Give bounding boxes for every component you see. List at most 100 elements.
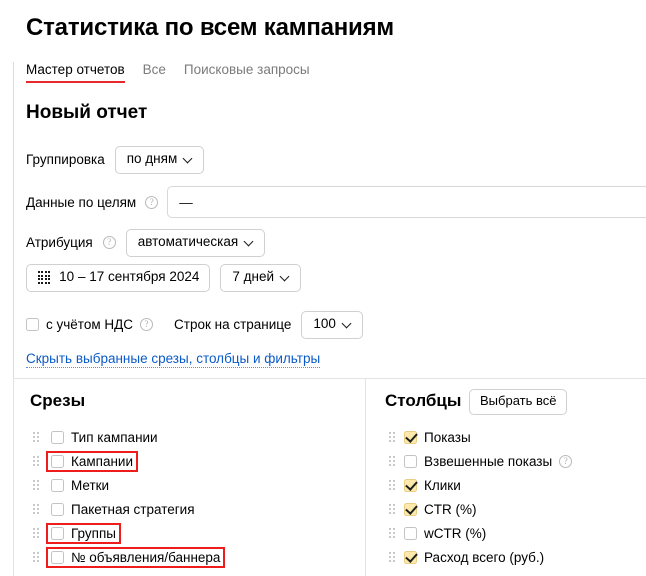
period-select[interactable]: 7 дней xyxy=(220,264,301,292)
grouping-label: Группировка xyxy=(26,152,105,168)
slice-checkbox-2[interactable] xyxy=(51,478,64,492)
vat-checkbox[interactable] xyxy=(26,318,39,332)
column-checkbox-0[interactable] xyxy=(404,430,417,444)
drag-handle-icon[interactable] xyxy=(389,480,395,490)
slice-checkbox-3[interactable] xyxy=(51,502,64,516)
column-label-1: Взвешенные показы xyxy=(424,453,553,469)
list-item[interactable]: Группы xyxy=(33,521,223,545)
drag-handle-icon[interactable] xyxy=(389,552,395,562)
goals-select-value: — xyxy=(179,194,193,210)
goals-label: Данные по целям xyxy=(26,194,137,210)
column-checkbox-3[interactable] xyxy=(404,502,417,516)
slice-option-0[interactable]: Тип кампании xyxy=(48,429,161,446)
app-page: Статистика по всем кампаниям Мастер отче… xyxy=(0,0,646,576)
column-checkbox-2[interactable] xyxy=(404,478,417,492)
slice-label-5: № объявления/баннера xyxy=(71,549,221,565)
list-item[interactable]: Кампании xyxy=(33,449,223,473)
rows-per-page-value: 100 xyxy=(313,316,336,331)
period-select-value: 7 дней xyxy=(232,269,274,284)
drag-handle-icon[interactable] xyxy=(33,528,39,538)
drag-handle-icon[interactable] xyxy=(33,480,39,490)
chevron-down-icon xyxy=(343,319,352,328)
grouping-select-value: по дням xyxy=(126,151,178,166)
attribution-select-value: автоматическая xyxy=(137,234,239,249)
drag-handle-icon[interactable] xyxy=(33,432,39,442)
list-item[interactable]: Расход всего (руб.) xyxy=(389,545,572,569)
slice-option-1[interactable]: Кампании xyxy=(45,450,139,472)
drag-handle-icon[interactable] xyxy=(33,552,39,562)
drag-handle-icon[interactable] xyxy=(389,504,395,514)
tab-poiskovye-zaprosy[interactable]: Поисковые запросы xyxy=(184,62,310,83)
chevron-down-icon xyxy=(281,272,290,281)
goals-select[interactable]: — xyxy=(167,186,646,218)
attribution-select[interactable]: автоматическая xyxy=(125,229,266,257)
list-item[interactable]: wCTR (%) xyxy=(389,521,572,545)
chevron-down-icon xyxy=(245,237,254,246)
drag-handle-icon[interactable] xyxy=(33,504,39,514)
help-icon[interactable]: ? xyxy=(145,195,159,209)
vat-label[interactable]: с учётом НДС xyxy=(46,317,133,332)
panel-divider xyxy=(365,379,366,576)
grouping-row: Группировка по дням xyxy=(26,146,205,174)
column-label-5: Расход всего (руб.) xyxy=(424,549,545,565)
toggle-filters-link[interactable]: Скрыть выбранные срезы, столбцы и фильтр… xyxy=(26,351,321,369)
panel-left-border xyxy=(13,379,14,576)
list-item[interactable]: Метки xyxy=(33,473,223,497)
vat-row: с учётом НДС ? Строк на странице 100 xyxy=(26,311,363,339)
slice-checkbox-4[interactable] xyxy=(51,526,64,540)
list-item[interactable]: № объявления/баннера xyxy=(33,545,226,569)
slice-label-2: Метки xyxy=(71,477,110,493)
column-label-2: Клики xyxy=(424,477,461,493)
list-item[interactable]: Клики xyxy=(389,473,572,497)
drag-handle-icon[interactable] xyxy=(389,456,395,466)
slice-label-4: Группы xyxy=(71,525,116,541)
column-checkbox-5[interactable] xyxy=(404,550,417,564)
help-icon[interactable]: ? xyxy=(559,454,573,468)
column-label-0: Показы xyxy=(424,429,471,445)
drag-handle-icon[interactable] xyxy=(389,528,395,538)
date-range-picker[interactable]: 10 – 17 сентября 2024 xyxy=(26,264,211,292)
slice-checkbox-5[interactable] xyxy=(51,550,64,564)
panels-top-border xyxy=(13,378,646,379)
calendar-icon xyxy=(38,271,51,284)
slices-option-list: Тип кампании Кампании Метки Пакетная стр… xyxy=(33,425,226,569)
list-item[interactable]: Пакетная стратегия xyxy=(33,497,223,521)
slice-option-4[interactable]: Группы xyxy=(46,522,121,544)
page-title: Статистика по всем кампаниям xyxy=(26,14,394,41)
tab-bar: Мастер отчетов Все Поисковые запросы xyxy=(26,62,310,83)
tab-master-otchetov[interactable]: Мастер отчетов xyxy=(26,62,125,83)
column-label-3: CTR (%) xyxy=(424,501,477,517)
slice-label-1: Кампании xyxy=(71,453,134,469)
goals-row: Данные по целям ? — xyxy=(26,186,646,218)
list-item[interactable]: Тип кампании xyxy=(33,425,223,449)
slice-checkbox-1[interactable] xyxy=(51,454,64,468)
drag-handle-icon[interactable] xyxy=(33,456,39,466)
slice-option-3[interactable]: Пакетная стратегия xyxy=(48,501,198,518)
report-title: Новый отчет xyxy=(26,102,148,123)
date-range-value: 10 – 17 сентября 2024 xyxy=(59,269,200,284)
date-row: 10 – 17 сентября 2024 7 дней xyxy=(26,264,301,292)
drag-handle-icon[interactable] xyxy=(389,432,395,442)
select-all-button[interactable]: Выбрать всё xyxy=(469,389,568,415)
attribution-label: Атрибуция xyxy=(26,235,93,251)
chevron-down-icon xyxy=(184,154,193,163)
list-item[interactable]: Взвешенные показы ? xyxy=(389,449,573,473)
slice-option-5[interactable]: № объявления/баннера xyxy=(45,546,226,568)
slice-checkbox-0[interactable] xyxy=(51,430,64,444)
column-label-4: wCTR (%) xyxy=(424,525,487,541)
help-icon[interactable]: ? xyxy=(140,318,154,332)
content-left-rule xyxy=(13,62,14,378)
columns-panel-heading: Столбцы xyxy=(385,391,462,410)
column-checkbox-1[interactable] xyxy=(404,454,417,468)
slice-label-0: Тип кампании xyxy=(71,429,158,445)
list-item[interactable]: CTR (%) xyxy=(389,497,572,521)
help-icon[interactable]: ? xyxy=(102,236,116,250)
slice-option-2[interactable]: Метки xyxy=(48,477,112,494)
rows-per-page-label: Строк на странице xyxy=(174,317,292,333)
rows-per-page-select[interactable]: 100 xyxy=(301,311,363,339)
columns-option-list: Показы Взвешенные показы ? Клики CTR (%)… xyxy=(389,425,573,569)
list-item[interactable]: Показы xyxy=(389,425,572,449)
grouping-select[interactable]: по дням xyxy=(114,146,205,174)
column-checkbox-4[interactable] xyxy=(404,526,417,540)
tab-vse[interactable]: Все xyxy=(143,62,166,83)
